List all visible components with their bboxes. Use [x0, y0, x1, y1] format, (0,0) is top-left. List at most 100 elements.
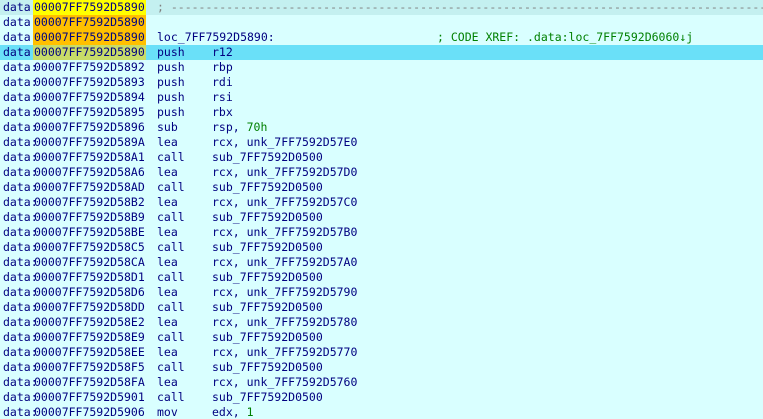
listing-line[interactable]: data: 00007FF7592D5890 loc_7FF7592D5890:; …: [0, 30, 763, 45]
listing-line[interactable]: data: 00007FF7592D58DD call sub_7FF7592D050…: [0, 300, 763, 315]
listing-line[interactable]: data: 00007FF7592D58C5 call sub_7FF7592D050…: [0, 240, 763, 255]
address[interactable]: 00007FF7592D5890: [33, 45, 146, 60]
address[interactable]: 00007FF7592D58AD: [33, 180, 146, 195]
listing-line[interactable]: data: 00007FF7592D58BE lea rcx, unk_7FF7592…: [0, 225, 763, 240]
operand-text[interactable]: r12: [212, 45, 233, 59]
xref-comment[interactable]: ; CODE XREF: .data:loc_7FF7592D6060↓j: [437, 30, 693, 45]
listing-line[interactable]: data: 00007FF7592D58A1 call sub_7FF7592D050…: [0, 150, 763, 165]
operand-text[interactable]: sub_7FF7592D0500: [212, 270, 323, 284]
instruction-operands[interactable]: rcx, unk_7FF7592D5760: [212, 375, 357, 390]
listing-line[interactable]: data: 00007FF7592D58D6 lea rcx, unk_7FF7592…: [0, 285, 763, 300]
code-label[interactable]: loc_7FF7592D5890:: [157, 30, 275, 45]
listing-line[interactable]: data: 00007FF7592D5896 sub rsp, 70h: [0, 120, 763, 135]
listing-line[interactable]: data: 00007FF7592D58F5 call sub_7FF7592D050…: [0, 360, 763, 375]
instruction-operands[interactable]: sub_7FF7592D0500: [212, 150, 323, 165]
instruction-operands[interactable]: rdi: [212, 75, 233, 90]
address[interactable]: 00007FF7592D58EE: [33, 345, 146, 360]
listing-line[interactable]: data: 00007FF7592D58B2 lea rcx, unk_7FF7592…: [0, 195, 763, 210]
address[interactable]: 00007FF7592D5890: [33, 30, 146, 45]
address[interactable]: 00007FF7592D58D1: [33, 270, 146, 285]
operand-text[interactable]: rcx, unk_7FF7592D5790: [212, 285, 357, 299]
listing-line[interactable]: data: 00007FF7592D5892 push rbp: [0, 60, 763, 75]
disassembly-listing[interactable]: data: 00007FF7592D5890; -----------------…: [0, 0, 763, 419]
listing-line[interactable]: data: 00007FF7592D589A lea rcx, unk_7FF7592…: [0, 135, 763, 150]
instruction-operands[interactable]: r12: [212, 45, 233, 60]
address[interactable]: 00007FF7592D5890: [33, 0, 146, 15]
listing-line[interactable]: data: 00007FF7592D5890: [0, 15, 763, 30]
address[interactable]: 00007FF7592D5896: [33, 120, 146, 135]
instruction-operands[interactable]: sub_7FF7592D0500: [212, 180, 323, 195]
address[interactable]: 00007FF7592D58B9: [33, 210, 146, 225]
listing-line[interactable]: data: 00007FF7592D5890; -----------------…: [0, 0, 763, 15]
operand-text[interactable]: rsi: [212, 90, 233, 104]
instruction-operands[interactable]: sub_7FF7592D0500: [212, 240, 323, 255]
listing-line[interactable]: data: 00007FF7592D58AD call sub_7FF7592D050…: [0, 180, 763, 195]
listing-line[interactable]: data: 00007FF7592D58E9 call sub_7FF7592D050…: [0, 330, 763, 345]
listing-line[interactable]: data: 00007FF7592D58EE lea rcx, unk_7FF7592…: [0, 345, 763, 360]
address[interactable]: 00007FF7592D5901: [33, 390, 146, 405]
listing-line[interactable]: data: 00007FF7592D58B9 call sub_7FF7592D050…: [0, 210, 763, 225]
listing-line-selected[interactable]: data: 00007FF7592D5890 push r12: [0, 45, 763, 60]
operand-text[interactable]: rcx, unk_7FF7592D57C0: [212, 195, 357, 209]
instruction-operands[interactable]: rsp, 70h: [212, 120, 267, 135]
instruction-operands[interactable]: rcx, unk_7FF7592D57E0: [212, 135, 357, 150]
operand-text[interactable]: sub_7FF7592D0500: [212, 360, 323, 374]
operand-text[interactable]: rcx, unk_7FF7592D5780: [212, 315, 357, 329]
operand-text[interactable]: rcx, unk_7FF7592D57E0: [212, 135, 357, 149]
instruction-operands[interactable]: sub_7FF7592D0500: [212, 270, 323, 285]
address[interactable]: 00007FF7592D5890: [33, 15, 146, 30]
instruction-operands[interactable]: rsi: [212, 90, 233, 105]
listing-line[interactable]: data: 00007FF7592D58D1 call sub_7FF7592D050…: [0, 270, 763, 285]
address[interactable]: 00007FF7592D58D6: [33, 285, 146, 300]
operand-text[interactable]: edx,: [212, 405, 247, 419]
listing-line[interactable]: data: 00007FF7592D58CA lea rcx, unk_7FF7592…: [0, 255, 763, 270]
instruction-operands[interactable]: sub_7FF7592D0500: [212, 390, 323, 405]
address[interactable]: 00007FF7592D58DD: [33, 300, 146, 315]
listing-line[interactable]: data: 00007FF7592D5893 push rdi: [0, 75, 763, 90]
instruction-operands[interactable]: rcx, unk_7FF7592D57D0: [212, 165, 357, 180]
instruction-operands[interactable]: rcx, unk_7FF7592D57A0: [212, 255, 357, 270]
instruction-operands[interactable]: rbp: [212, 60, 233, 75]
listing-line[interactable]: data: 00007FF7592D5901 call sub_7FF7592D050…: [0, 390, 763, 405]
address[interactable]: 00007FF7592D58A1: [33, 150, 146, 165]
address[interactable]: 00007FF7592D5894: [33, 90, 146, 105]
operand-text[interactable]: rcx, unk_7FF7592D57A0: [212, 255, 357, 269]
address[interactable]: 00007FF7592D58BE: [33, 225, 146, 240]
listing-line[interactable]: data: 00007FF7592D5895 push rbx: [0, 105, 763, 120]
listing-line[interactable]: data: 00007FF7592D5894 push rsi: [0, 90, 763, 105]
instruction-operands[interactable]: rcx, unk_7FF7592D57C0: [212, 195, 357, 210]
operand-text[interactable]: rcx, unk_7FF7592D5760: [212, 375, 357, 389]
operand-text[interactable]: sub_7FF7592D0500: [212, 180, 323, 194]
address[interactable]: 00007FF7592D58FA: [33, 375, 146, 390]
address[interactable]: 00007FF7592D58CA: [33, 255, 146, 270]
listing-line[interactable]: data: 00007FF7592D58FA lea rcx, unk_7FF7592…: [0, 375, 763, 390]
operand-text[interactable]: rcx, unk_7FF7592D57D0: [212, 165, 357, 179]
instruction-operands[interactable]: rcx, unk_7FF7592D5790: [212, 285, 357, 300]
address[interactable]: 00007FF7592D58E9: [33, 330, 146, 345]
address[interactable]: 00007FF7592D5893: [33, 75, 146, 90]
operand-text[interactable]: sub_7FF7592D0500: [212, 240, 323, 254]
instruction-operands[interactable]: sub_7FF7592D0500: [212, 300, 323, 315]
instruction-operands[interactable]: rcx, unk_7FF7592D57B0: [212, 225, 357, 240]
address[interactable]: 00007FF7592D5892: [33, 60, 146, 75]
address[interactable]: 00007FF7592D5895: [33, 105, 146, 120]
operand-text[interactable]: sub_7FF7592D0500: [212, 300, 323, 314]
instruction-operands[interactable]: edx, 1: [212, 405, 254, 419]
operand-text[interactable]: sub_7FF7592D0500: [212, 150, 323, 164]
instruction-operands[interactable]: rbx: [212, 105, 233, 120]
operand-text[interactable]: rbp: [212, 60, 233, 74]
instruction-operands[interactable]: rcx, unk_7FF7592D5780: [212, 315, 357, 330]
address[interactable]: 00007FF7592D58F5: [33, 360, 146, 375]
listing-line[interactable]: data: 00007FF7592D58E2 lea rcx, unk_7FF7592…: [0, 315, 763, 330]
instruction-operands[interactable]: rcx, unk_7FF7592D5770: [212, 345, 357, 360]
instruction-operands[interactable]: sub_7FF7592D0500: [212, 330, 323, 345]
operand-text[interactable]: sub_7FF7592D0500: [212, 210, 323, 224]
listing-line[interactable]: data: 00007FF7592D5906 mov edx, 1: [0, 405, 763, 419]
operand-text[interactable]: rdi: [212, 75, 233, 89]
address[interactable]: 00007FF7592D58C5: [33, 240, 146, 255]
address[interactable]: 00007FF7592D58A6: [33, 165, 146, 180]
operand-text[interactable]: rcx, unk_7FF7592D57B0: [212, 225, 357, 239]
instruction-operands[interactable]: sub_7FF7592D0500: [212, 210, 323, 225]
operand-text[interactable]: rbx: [212, 105, 233, 119]
operand-text[interactable]: rsp,: [212, 120, 247, 134]
